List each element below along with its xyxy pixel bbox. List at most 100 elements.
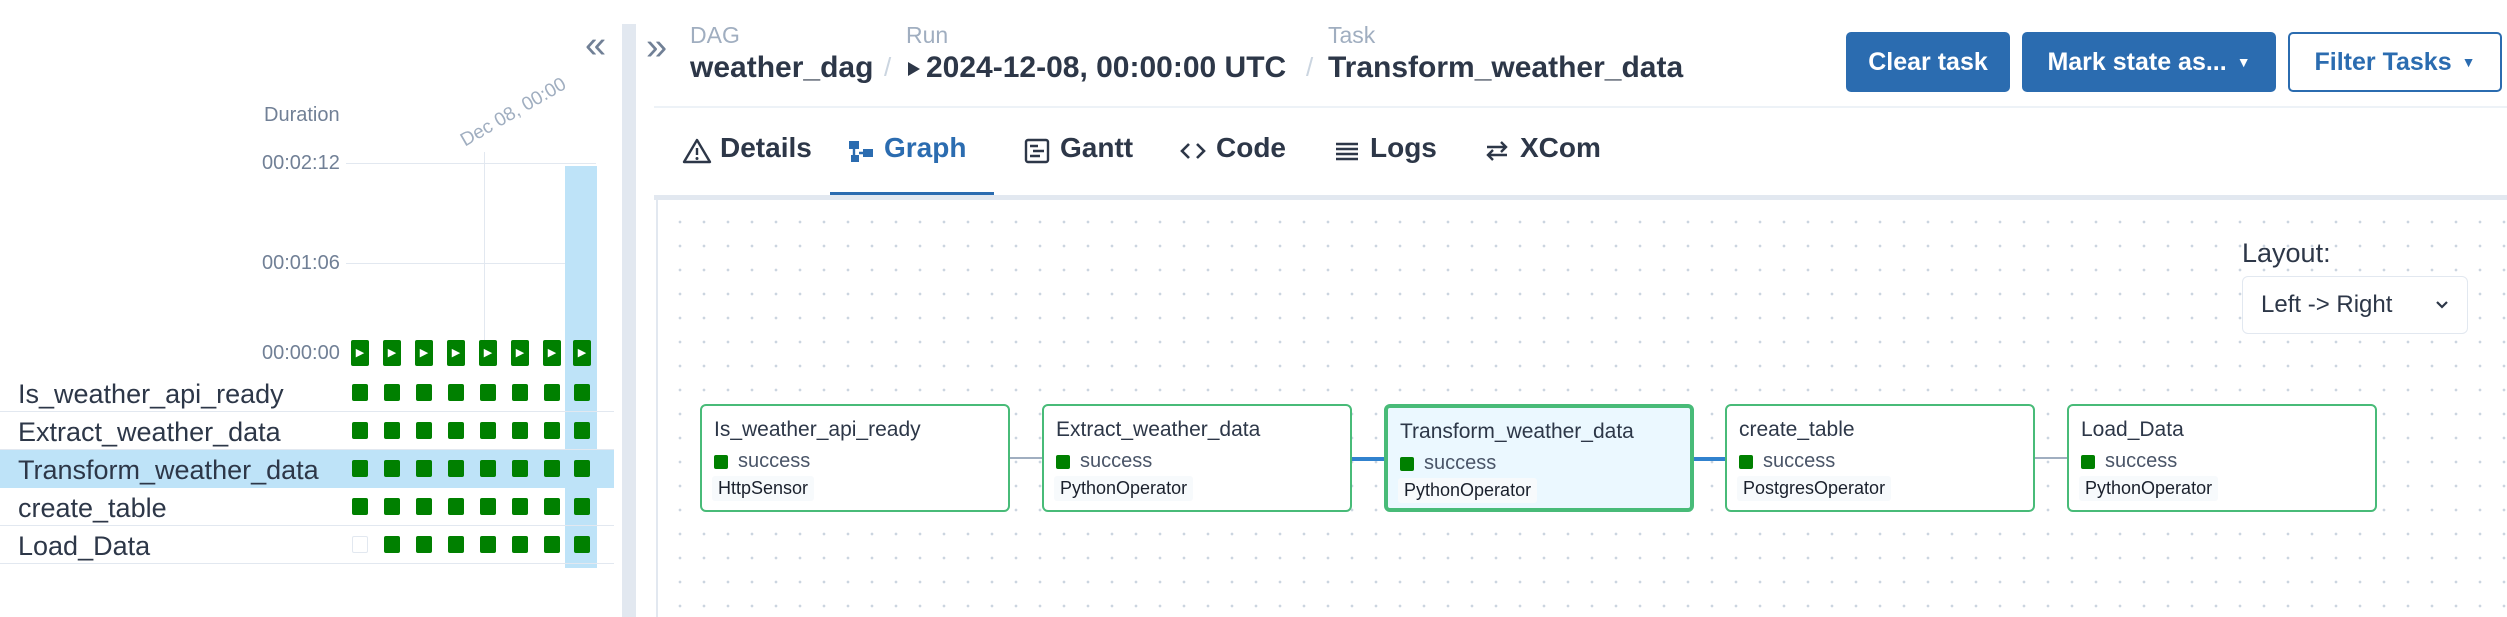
task-instance-cell[interactable] bbox=[384, 460, 400, 477]
dag-run-bar[interactable]: ▶ bbox=[573, 340, 591, 366]
task-row-label[interactable]: Load_Data bbox=[18, 531, 150, 562]
task-row-label[interactable]: Is_weather_api_ready bbox=[18, 379, 284, 410]
task-instance-cell[interactable] bbox=[352, 460, 368, 477]
task-instance-cell[interactable] bbox=[574, 384, 590, 401]
task-instance-cell[interactable] bbox=[416, 460, 432, 477]
task-row[interactable]: Extract_weather_data bbox=[0, 412, 614, 450]
task-instance-cell[interactable] bbox=[574, 536, 590, 553]
tab-gantt[interactable]: Gantt bbox=[1022, 132, 1133, 196]
task-instance-cell[interactable] bbox=[352, 498, 368, 515]
task-instance-cell[interactable] bbox=[416, 498, 432, 515]
task-row[interactable]: Transform_weather_data bbox=[0, 450, 614, 488]
task-row-label[interactable]: Extract_weather_data bbox=[18, 417, 281, 448]
run-date-label[interactable]: Dec 08, 00:00 bbox=[457, 74, 570, 152]
chevron-down-icon: ▼ bbox=[2461, 54, 2476, 70]
task-instance-cell[interactable] bbox=[416, 384, 432, 401]
task-row[interactable]: create_table bbox=[0, 488, 614, 526]
graph-canvas[interactable]: Layout: Left -> Right Is_weather_api_rea… bbox=[656, 200, 2507, 617]
dag-run-bar[interactable]: ▶ bbox=[351, 340, 369, 366]
task-node[interactable]: Is_weather_api_ready success HttpSensor bbox=[700, 404, 1010, 512]
task-instance-cell[interactable] bbox=[384, 384, 400, 401]
tab-graph[interactable]: Graph bbox=[830, 132, 994, 196]
task-instance-cell[interactable] bbox=[352, 422, 368, 439]
logs-icon bbox=[1336, 142, 1358, 161]
task-instance-cell[interactable] bbox=[384, 498, 400, 515]
task-node-operator: PostgresOperator bbox=[1737, 476, 1892, 501]
dag-run-bar[interactable]: ▶ bbox=[447, 340, 465, 366]
tab-code-label: Code bbox=[1216, 132, 1286, 163]
expand-details-icon[interactable]: » bbox=[646, 26, 667, 69]
breadcrumb-task-value[interactable]: Transform_weather_data bbox=[1328, 51, 1683, 85]
task-instance-cell[interactable] bbox=[544, 498, 560, 515]
task-instance-cell[interactable] bbox=[384, 422, 400, 439]
breadcrumb-dag-value[interactable]: weather_dag bbox=[690, 51, 873, 85]
task-node-state: success bbox=[2081, 450, 2177, 473]
task-instance-cell[interactable] bbox=[574, 422, 590, 439]
task-instance-cell[interactable] bbox=[352, 536, 368, 553]
task-instance-cell[interactable] bbox=[448, 536, 464, 553]
task-instance-cell[interactable] bbox=[480, 536, 496, 553]
task-row-label[interactable]: create_table bbox=[18, 493, 167, 524]
success-status-icon bbox=[1056, 454, 1070, 469]
mark-state-button[interactable]: Mark state as... ▼ bbox=[2022, 32, 2276, 92]
task-instance-cell[interactable] bbox=[416, 536, 432, 553]
task-instance-cell[interactable] bbox=[448, 384, 464, 401]
tab-xcom[interactable]: XCom bbox=[1482, 132, 1601, 196]
task-row[interactable]: Is_weather_api_ready bbox=[0, 374, 614, 412]
collapse-grid-icon[interactable]: « bbox=[585, 26, 606, 64]
breadcrumb-task[interactable]: Task Transform_weather_data bbox=[1328, 22, 1683, 85]
task-node[interactable]: Extract_weather_data success PythonOperato… bbox=[1042, 404, 1352, 512]
tab-details[interactable]: Details bbox=[682, 132, 812, 196]
task-node-name: Is_weather_api_ready bbox=[714, 418, 921, 441]
breadcrumb-dag[interactable]: DAG weather_dag bbox=[690, 22, 873, 85]
task-instance-cell[interactable] bbox=[574, 498, 590, 515]
task-node[interactable]: Transform_weather_data success PythonOpera… bbox=[1384, 404, 1694, 512]
task-node[interactable]: create_table success PostgresOperator bbox=[1725, 404, 2035, 512]
dag-run-bar[interactable]: ▶ bbox=[543, 340, 561, 366]
task-node[interactable]: Load_Data success PythonOperator bbox=[2067, 404, 2377, 512]
dependency-edge bbox=[1010, 457, 1042, 459]
tab-details-label: Details bbox=[720, 132, 812, 163]
task-instance-cell[interactable] bbox=[512, 384, 528, 401]
dag-run-bar[interactable]: ▶ bbox=[511, 340, 529, 366]
task-instance-cell[interactable] bbox=[512, 536, 528, 553]
task-instance-cell[interactable] bbox=[448, 422, 464, 439]
task-instance-cell[interactable] bbox=[480, 460, 496, 477]
dag-run-bar[interactable]: ▶ bbox=[479, 340, 497, 366]
dependency-edge bbox=[1352, 457, 1384, 461]
grid-panel: « Duration Dec 08, 00:00 00:02:12 00:01:… bbox=[0, 0, 620, 617]
y-tick-zero: 00:00:00 bbox=[262, 342, 340, 364]
panel-divider[interactable] bbox=[622, 24, 636, 617]
task-instance-cell[interactable] bbox=[480, 498, 496, 515]
tab-code[interactable]: Code bbox=[1178, 132, 1286, 196]
task-instance-cell[interactable] bbox=[480, 384, 496, 401]
task-instance-cell[interactable] bbox=[480, 422, 496, 439]
breadcrumb-run-value[interactable]: 2024-12-08, 00:00:00 UTC bbox=[926, 51, 1286, 84]
dag-run-bar[interactable]: ▶ bbox=[383, 340, 401, 366]
task-row[interactable]: Load_Data bbox=[0, 526, 614, 564]
clear-task-button[interactable]: Clear task bbox=[1846, 32, 2010, 92]
task-row-label[interactable]: Transform_weather_data bbox=[18, 455, 319, 486]
task-instance-cell[interactable] bbox=[512, 422, 528, 439]
task-instance-cell[interactable] bbox=[352, 384, 368, 401]
filter-tasks-button[interactable]: Filter Tasks ▼ bbox=[2288, 32, 2502, 92]
task-node-operator: PythonOperator bbox=[1054, 476, 1194, 501]
breadcrumb-run[interactable]: Run 2024-12-08, 00:00:00 UTC bbox=[906, 22, 1286, 85]
task-instance-cell[interactable] bbox=[512, 498, 528, 515]
task-instance-cell[interactable] bbox=[544, 460, 560, 477]
task-instance-cell[interactable] bbox=[448, 460, 464, 477]
task-instance-cell[interactable] bbox=[416, 422, 432, 439]
task-instance-cell[interactable] bbox=[384, 536, 400, 553]
task-instance-cell[interactable] bbox=[448, 498, 464, 515]
layout-select[interactable]: Left -> Right bbox=[2242, 276, 2468, 334]
task-instance-cell[interactable] bbox=[544, 422, 560, 439]
dag-run-bar[interactable]: ▶ bbox=[415, 340, 433, 366]
task-instance-cell[interactable] bbox=[544, 536, 560, 553]
chevron-down-icon bbox=[2436, 301, 2448, 309]
task-instance-cell[interactable] bbox=[574, 460, 590, 477]
task-instance-cell[interactable] bbox=[512, 460, 528, 477]
gantt-icon bbox=[1024, 138, 1050, 164]
task-instance-cell[interactable] bbox=[544, 384, 560, 401]
y-tick-max: 00:02:12 bbox=[262, 152, 340, 174]
tab-logs[interactable]: Logs bbox=[1332, 132, 1437, 196]
